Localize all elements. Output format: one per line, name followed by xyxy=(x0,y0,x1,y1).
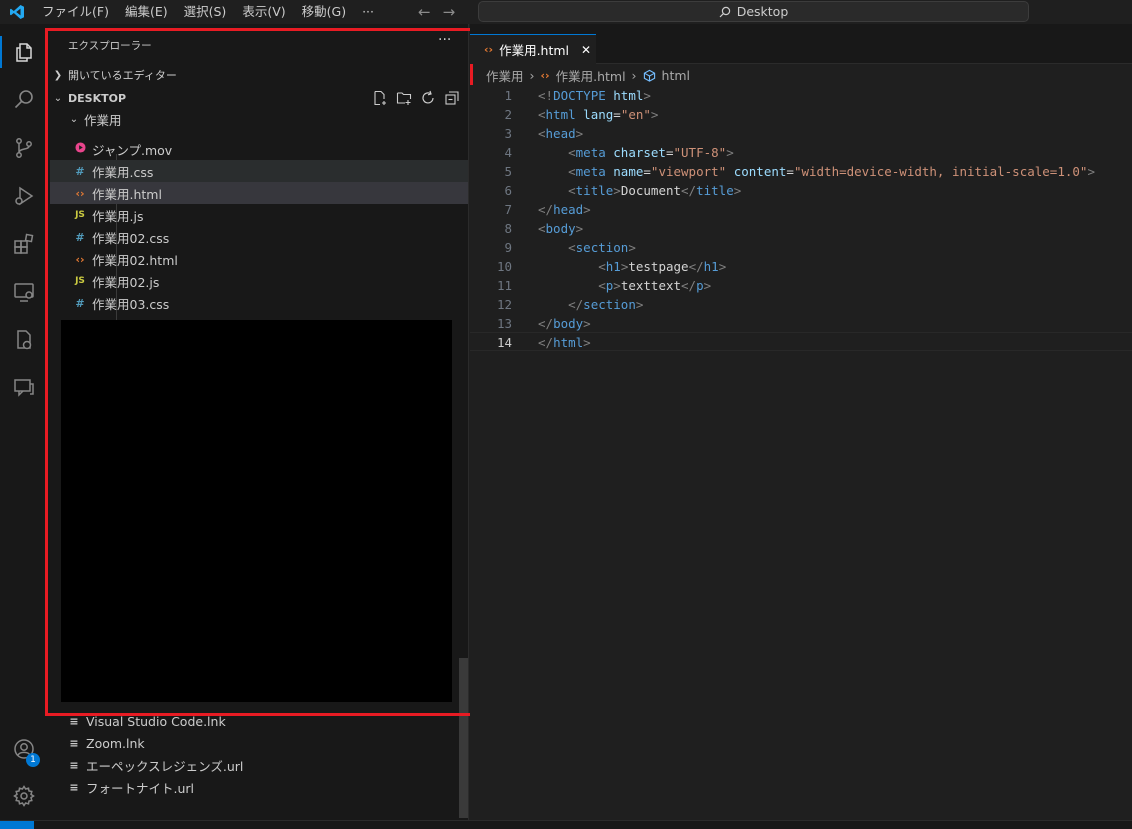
close-icon[interactable]: ✕ xyxy=(581,43,591,57)
chevron-right-icon: › xyxy=(631,67,637,83)
code-line-13: 13 </body> xyxy=(496,316,591,331)
settings-gear-icon[interactable] xyxy=(0,776,48,816)
menu-selection[interactable]: 選択(S) xyxy=(176,0,235,24)
code-line-5: 5 <meta name="viewport" content="width=d… xyxy=(504,164,1095,179)
code-line-3: 3 <head> xyxy=(504,126,584,141)
run-debug-icon[interactable] xyxy=(0,176,48,216)
extensions-icon[interactable] xyxy=(0,224,48,264)
breadcrumb-folder[interactable]: 作業用 xyxy=(486,66,524,85)
code-line-4: 4 <meta charset="UTF-8"> xyxy=(504,145,734,160)
chevron-right-icon: › xyxy=(529,67,535,83)
file-name: Zoom.lnk xyxy=(86,735,145,751)
nav-arrows: ← → xyxy=(418,0,455,24)
code-line-10: 10 <h1>testpage</h1> xyxy=(496,259,727,274)
shortcut-file-icon: ≡ xyxy=(69,736,79,750)
editor-tabs: ‹› 作業用.html ✕ xyxy=(470,24,1132,64)
menu-edit[interactable]: 編集(E) xyxy=(117,0,176,24)
breadcrumb: 作業用 › ‹› 作業用.html › html xyxy=(486,65,690,85)
source-control-icon[interactable] xyxy=(0,128,48,168)
shortcut-file-icon: ≡ xyxy=(69,780,79,794)
html-file-icon: ‹› xyxy=(484,43,494,56)
chat-icon[interactable] xyxy=(0,368,48,408)
explorer-icon[interactable] xyxy=(0,32,48,72)
menu-more[interactable]: ··· xyxy=(354,0,382,24)
html-file-icon: ‹› xyxy=(540,68,550,82)
breadcrumb-file[interactable]: 作業用.html xyxy=(556,66,626,85)
file-name: エーペックスレジェンズ.url xyxy=(86,758,244,774)
code-line-12: 12 </section> xyxy=(496,297,644,312)
account-badge: 1 xyxy=(26,753,40,767)
tab-active-file[interactable]: ‹› 作業用.html ✕ xyxy=(470,34,596,64)
forward-arrow-icon[interactable]: → xyxy=(443,3,456,21)
code-line-11: 11 <p>texttext</p> xyxy=(496,278,712,293)
search-icon xyxy=(719,6,730,17)
shortcut-file-icon: ≡ xyxy=(69,758,79,772)
list-item[interactable]: ≡ エーペックスレジェンズ.url xyxy=(50,754,468,776)
symbol-element-icon xyxy=(643,69,655,82)
back-arrow-icon[interactable]: ← xyxy=(418,3,431,21)
code-line-8: 8 <body> xyxy=(504,221,584,236)
menu-bar: ファイル(F) 編集(E) 選択(S) 表示(V) 移動(G) ··· xyxy=(34,0,382,24)
remote-files-icon[interactable] xyxy=(0,320,48,360)
vscode-logo-icon xyxy=(0,0,34,24)
search-icon[interactable] xyxy=(0,80,48,120)
menu-file[interactable]: ファイル(F) xyxy=(34,0,117,24)
code-editor[interactable]: 1 <!DOCTYPE html> 2 <html lang="en"> 3 <hea… xyxy=(470,85,1132,820)
activity-bar: 1 xyxy=(0,24,48,820)
file-name: フォートナイト.url xyxy=(86,780,195,796)
code-line-1: 1 <!DOCTYPE html> xyxy=(504,88,651,103)
code-line-9: 9 <section> xyxy=(504,240,636,255)
command-center-label: Desktop xyxy=(736,4,789,19)
list-item[interactable]: ≡ フォートナイト.url xyxy=(50,776,468,798)
command-center-search[interactable]: Desktop xyxy=(478,1,1029,22)
remote-explorer-icon[interactable] xyxy=(0,272,48,312)
current-line-number: 14 xyxy=(496,335,512,350)
breadcrumb-symbol[interactable]: html xyxy=(662,68,690,83)
remote-indicator-button[interactable] xyxy=(0,821,34,829)
status-bar xyxy=(0,820,1132,829)
menu-go[interactable]: 移動(G) xyxy=(294,0,354,24)
code-line-14: 14 </html> xyxy=(470,332,1132,351)
title-bar: ファイル(F) 編集(E) 選択(S) 表示(V) 移動(G) ··· ← → … xyxy=(0,0,1132,24)
annotation-highlight-box xyxy=(45,28,473,716)
code-line-6: 6 <title>Document</title> xyxy=(504,183,742,198)
shortcut-file-icon: ≡ xyxy=(69,714,79,728)
code-line-7: 7 </head> xyxy=(504,202,591,217)
tab-label: 作業用.html xyxy=(499,43,570,58)
list-item[interactable]: ≡ Zoom.lnk xyxy=(50,732,468,754)
menu-view[interactable]: 表示(V) xyxy=(234,0,293,24)
account-icon[interactable]: 1 xyxy=(0,729,48,769)
code-line-2: 2 <html lang="en"> xyxy=(504,107,659,122)
